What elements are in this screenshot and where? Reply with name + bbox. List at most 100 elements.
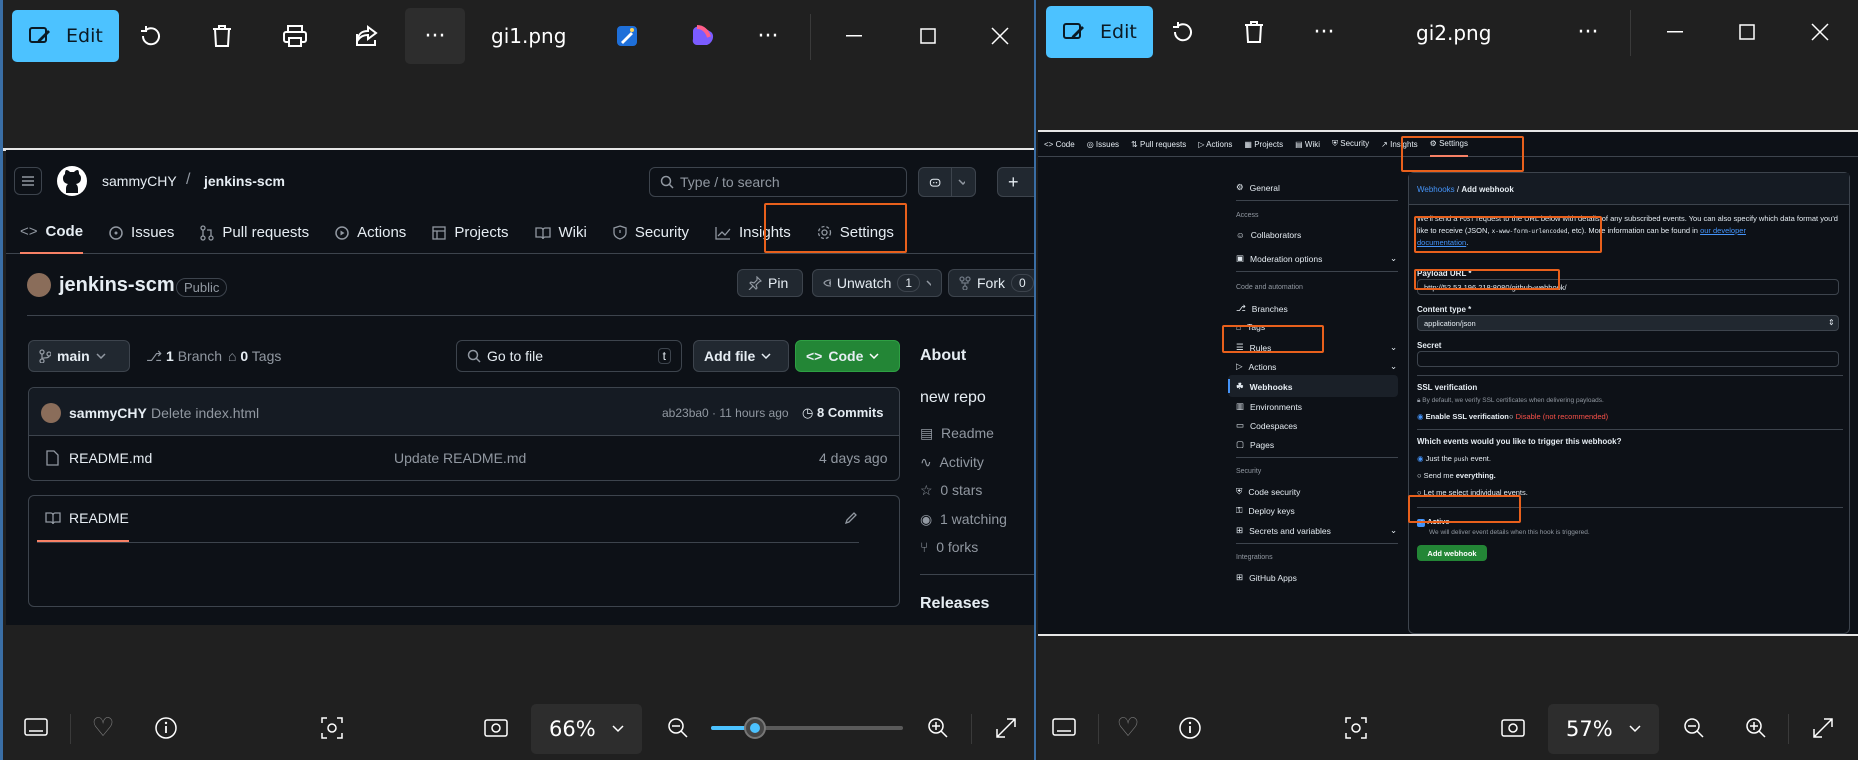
close-icon[interactable] [1800, 12, 1840, 52]
sidebar-item-moderation[interactable]: ▣ Moderation options ⌄ [1236, 253, 1398, 264]
code-button[interactable]: <> Code [795, 340, 900, 372]
go-to-file-input[interactable]: Go to file t [456, 340, 682, 372]
info-icon[interactable] [1170, 708, 1210, 748]
ssl-disable-radio[interactable]: ○ Disable (not recommended) [1509, 412, 1608, 421]
edit-button[interactable]: Edit [12, 10, 119, 62]
content-type-select[interactable]: application/json ⇕ [1417, 315, 1839, 331]
unwatch-button[interactable]: Unwatch 1 [812, 269, 942, 297]
commit-hash-time[interactable]: ab23ba0 · 11 hours ago [662, 406, 789, 420]
close-icon[interactable] [980, 16, 1020, 56]
zoom-level-dropdown[interactable]: 57% [1548, 704, 1659, 754]
github-logo-icon[interactable] [56, 165, 88, 197]
activity-link[interactable]: ∿ Activity [920, 454, 984, 471]
sidebar-item-general[interactable]: ⚙ General [1236, 182, 1280, 193]
event-push-radio[interactable]: ◉ Just the push event. [1417, 454, 1491, 463]
rotate-icon[interactable] [1162, 12, 1202, 52]
actual-size-icon[interactable] [1493, 708, 1533, 748]
clipchamp-app-icon[interactable] [682, 16, 722, 56]
fullscreen-icon[interactable] [986, 708, 1026, 748]
secret-input[interactable] [1417, 351, 1839, 367]
share-icon[interactable] [347, 16, 387, 56]
print-icon[interactable] [275, 16, 315, 56]
zoom-out-icon[interactable] [658, 708, 698, 748]
event-everything-radio[interactable]: ○ Send me everything. [1417, 471, 1496, 480]
sidebar-item-actions[interactable]: ▷ Actions ⌄ [1236, 361, 1398, 372]
forks-link[interactable]: ⑂ 0 forks [920, 539, 978, 555]
tab-actions[interactable]: Actions [335, 224, 406, 241]
tab-pull-requests[interactable]: ⇅ Pull requests [1131, 140, 1186, 149]
tab-pull-requests[interactable]: Pull requests [200, 224, 309, 241]
sidebar-item-webhooks[interactable]: ☘ Webhooks [1236, 381, 1292, 392]
info-icon[interactable] [146, 708, 186, 748]
zoom-slider-thumb[interactable] [744, 717, 767, 739]
readme-link[interactable]: ▤ Readme [920, 425, 994, 442]
zoom-slider[interactable] [711, 717, 903, 739]
releases-heading[interactable]: Releases [920, 595, 989, 613]
ssl-enable-radio[interactable]: ◉ Enable SSL verification [1417, 412, 1509, 421]
zoom-in-icon[interactable] [918, 708, 958, 748]
stars-link[interactable]: ☆ 0 stars [920, 482, 982, 499]
sidebar-item-deploy-keys[interactable]: ⚿ Deploy keys [1236, 505, 1295, 516]
sidebar-item-environments[interactable]: ▥ Environments [1236, 401, 1302, 412]
zoom-out-icon[interactable] [1674, 708, 1714, 748]
more-options-button[interactable]: ··· [405, 8, 465, 64]
tab-projects[interactable]: Projects [432, 224, 509, 241]
add-file-button[interactable]: Add file [693, 340, 789, 372]
pencil-icon[interactable] [844, 511, 858, 525]
maximize-icon[interactable] [1727, 12, 1767, 52]
favorite-icon[interactable]: ♡ [1108, 708, 1148, 748]
repo-link[interactable]: jenkins-scm [204, 173, 285, 189]
tab-code[interactable]: <> Code [1044, 140, 1075, 149]
tab-wiki[interactable]: Wiki [534, 224, 587, 241]
fork-button[interactable]: Fork 0 [948, 269, 1034, 297]
delete-icon[interactable] [1234, 12, 1274, 52]
commit-message[interactable]: Delete index.html [151, 405, 259, 421]
search-input[interactable]: Type / to search [649, 167, 907, 197]
sidebar-item-github-apps[interactable]: ⊞ GitHub Apps [1236, 572, 1297, 583]
actual-size-icon[interactable] [476, 708, 516, 748]
branches-link[interactable]: ⎇ 1 Branch [146, 348, 222, 365]
commits-link[interactable]: ◷ 8 Commits [802, 405, 883, 421]
minimize-icon[interactable] [834, 16, 874, 56]
visual-search-icon[interactable] [312, 708, 352, 748]
sidebar-item-code-security[interactable]: ⛨ Code security [1236, 486, 1300, 497]
edit-button[interactable]: Edit [1046, 6, 1153, 58]
tab-issues[interactable]: ◎ Issues [1087, 140, 1119, 149]
visual-search-icon[interactable] [1336, 708, 1376, 748]
tab-security[interactable]: Security [613, 224, 689, 241]
developer-docs-link[interactable]: our developer [1700, 226, 1746, 235]
file-name-link[interactable]: README.md [69, 450, 152, 466]
tab-code[interactable]: <> Code [20, 212, 84, 254]
tab-issues[interactable]: Issues [109, 224, 174, 241]
more-apps-button[interactable]: ··· [1568, 12, 1608, 52]
file-commit-message[interactable]: Update README.md [394, 450, 526, 466]
owner-link[interactable]: sammyCHY [102, 173, 177, 189]
breadcrumb-webhooks-link[interactable]: Webhooks [1417, 185, 1455, 194]
rotate-icon[interactable] [130, 16, 170, 56]
branch-selector[interactable]: main [28, 340, 130, 372]
designer-app-icon[interactable] [607, 16, 647, 56]
pin-button[interactable]: Pin [737, 269, 803, 297]
commit-author[interactable]: sammyCHY [69, 405, 147, 421]
maximize-icon[interactable] [908, 16, 948, 56]
sidebar-item-branches[interactable]: ⎇ Branches [1236, 303, 1288, 314]
create-new-button[interactable]: + [997, 167, 1034, 197]
tab-readme[interactable]: README [37, 496, 129, 542]
fullscreen-icon[interactable] [1803, 708, 1843, 748]
copilot-button[interactable] [918, 167, 976, 197]
favorite-icon[interactable]: ♡ [83, 708, 123, 748]
add-webhook-button[interactable]: Add webhook [1417, 545, 1487, 561]
repo-title[interactable]: jenkins-scm [59, 274, 175, 297]
sidebar-item-collaborators[interactable]: ☺ Collaborators [1236, 230, 1301, 240]
tags-link[interactable]: ⌂ 0 Tags [228, 348, 281, 364]
sidebar-item-secrets[interactable]: ⊞ Secrets and variables ⌄ [1236, 525, 1398, 536]
zoom-in-icon[interactable] [1736, 708, 1776, 748]
more-options-button[interactable]: ··· [1304, 12, 1344, 52]
more-apps-button[interactable]: ··· [748, 16, 788, 56]
hamburger-icon[interactable] [14, 167, 42, 195]
filmstrip-icon[interactable] [1044, 708, 1084, 748]
sidebar-item-pages[interactable]: ▢ Pages [1236, 439, 1274, 450]
sidebar-item-codespaces[interactable]: ▭ Codespaces [1236, 420, 1297, 431]
filmstrip-icon[interactable] [16, 708, 56, 748]
minimize-icon[interactable] [1655, 12, 1695, 52]
